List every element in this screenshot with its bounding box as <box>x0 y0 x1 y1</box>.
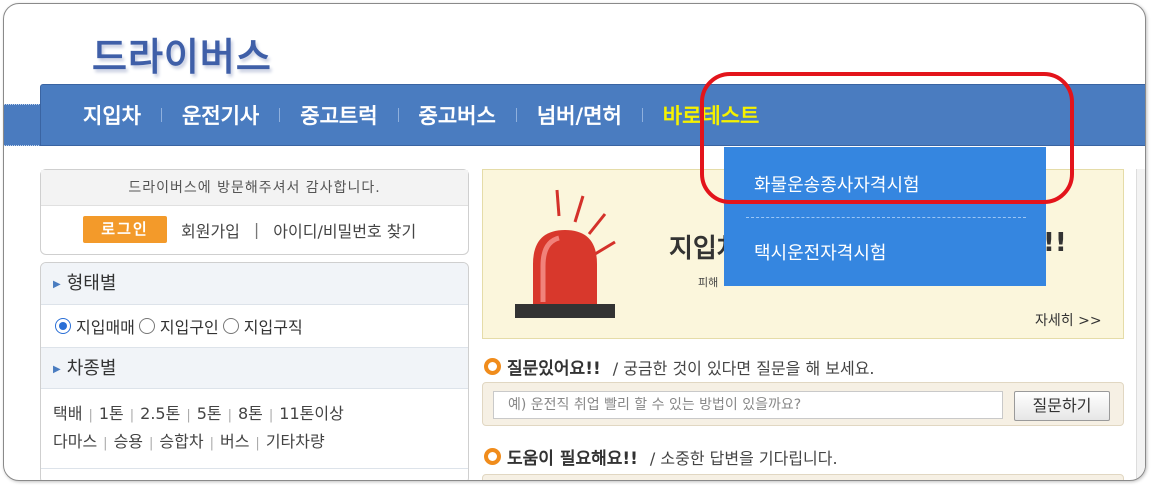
banner-title-end: !! <box>1043 228 1067 258</box>
link-separator: | <box>209 436 214 451</box>
vehicle-type-link[interactable]: 버스 <box>220 432 249 451</box>
browser-frame: 드라이버스 지입차 운전기사 중고트럭 중고버스 넘버/면허 바로테스트 드라이… <box>3 3 1146 481</box>
filter-divider <box>41 468 468 469</box>
help-desc: / 소중한 답변을 기다립니다. <box>649 448 838 468</box>
link-separator: | <box>268 408 274 423</box>
help-box <box>482 474 1124 480</box>
ring-icon <box>484 358 501 375</box>
vehicle-type-row: 다마스 | 승용 | 승합차 | 버스 | 기타차량 <box>53 429 468 457</box>
nav-item-jiipcha[interactable]: 지입차 <box>69 100 155 130</box>
nav-item-used-truck[interactable]: 중고트럭 <box>286 100 391 130</box>
siren-icon <box>515 189 616 318</box>
nav-item-driver[interactable]: 운전기사 <box>168 100 273 130</box>
vehicle-filter-heading[interactable]: ▶ 차종별 <box>41 347 468 389</box>
menu-item-taxi-exam[interactable]: 택시운전자격시험 <box>754 239 886 265</box>
help-section-title: 도움이 필요해요!! / 소중한 답변을 기다립니다. <box>484 444 838 469</box>
link-separator: | <box>186 408 191 423</box>
nav-separator <box>397 108 399 122</box>
type-radio-group: 지입매매 지입구인 지입구직 <box>41 305 468 347</box>
link-separator: | <box>88 408 93 423</box>
link-separator: | <box>255 436 260 451</box>
welcome-text: 드라이버스에 방문해주셔서 감사합니다. <box>41 170 468 206</box>
nav-separator <box>160 108 162 122</box>
nav-item-used-bus[interactable]: 중고버스 <box>405 100 510 130</box>
vehicle-type-link[interactable]: 승합차 <box>159 432 203 451</box>
vehicle-type-link[interactable]: 다마스 <box>53 432 97 451</box>
triangle-right-icon: ▶ <box>53 364 61 375</box>
radio-label-jiip-hire[interactable]: 지입구인 <box>160 314 219 338</box>
vehicle-type-link[interactable]: 택배 <box>53 404 82 423</box>
type-filter-heading[interactable]: ▶ 형태별 <box>41 263 468 305</box>
vehicle-type-link[interactable]: 2.5톤 <box>140 404 180 423</box>
nav-separator <box>515 108 517 122</box>
ring-icon <box>484 448 501 465</box>
vehicle-type-link[interactable]: 기타차량 <box>266 432 325 451</box>
radio-label-jiip-job[interactable]: 지입구직 <box>244 314 303 338</box>
login-panel: 드라이버스에 방문해주셔서 감사합니다. 로그인 회원가입 | 아이디/비밀번호… <box>40 169 469 255</box>
type-filter-heading-label: 형태별 <box>66 273 117 294</box>
vehicle-type-link[interactable]: 11톤이상 <box>279 404 344 423</box>
question-title: 질문있어요!! <box>507 359 601 379</box>
question-input[interactable]: 예) 운전직 취업 빨리 할 수 있는 방법이 있을까요? <box>493 391 1003 419</box>
question-box: 예) 운전직 취업 빨리 할 수 있는 방법이 있을까요? 질문하기 <box>482 382 1124 426</box>
help-title: 도움이 필요해요!! <box>507 449 638 469</box>
login-button[interactable]: 로그인 <box>83 216 167 243</box>
radio-jiip-sale[interactable] <box>55 318 71 334</box>
site-logo[interactable]: 드라이버스 <box>92 26 272 81</box>
radio-jiip-job[interactable] <box>222 318 239 334</box>
radio-jiip-hire[interactable] <box>138 318 155 334</box>
vehicle-filter-heading-label: 차종별 <box>66 358 117 379</box>
nav-separator <box>641 108 643 122</box>
question-desc: / 궁금한 것이 있다면 질문을 해 보세요. <box>612 358 875 378</box>
nav-separator <box>279 108 281 122</box>
right-column-edge <box>1136 169 1145 480</box>
ask-question-button[interactable]: 질문하기 <box>1014 391 1110 421</box>
filter-panel: ▶ 형태별 지입매매 지입구인 지입구직 ▶ 차종별 택배 | 1톤 | 2.5톤 | 5톤 | 8… <box>40 262 469 480</box>
find-account-link[interactable]: 아이디/비밀번호 찾기 <box>273 218 416 242</box>
vehicle-type-list: 택배 | 1톤 | 2.5톤 | 5톤 | 8톤 | 11톤이상 다마스 | 승용 | 승합차 | 버스 | 기타차… <box>41 389 468 457</box>
vehicle-type-row: 택배 | 1톤 | 2.5톤 | 5톤 | 8톤 | 11톤이상 <box>53 401 468 429</box>
banner-more-link[interactable]: 자세히 >> <box>1035 310 1102 330</box>
link-separator: | <box>253 220 260 239</box>
question-section-title: 질문있어요!! / 궁금한 것이 있다면 질문을 해 보세요. <box>484 354 875 379</box>
vehicle-type-link[interactable]: 8톤 <box>238 404 263 423</box>
link-separator: | <box>129 408 135 423</box>
triangle-right-icon: ▶ <box>53 279 61 290</box>
menu-divider <box>746 217 1026 218</box>
link-separator: | <box>103 436 108 451</box>
vehicle-type-link[interactable]: 1톤 <box>99 404 124 423</box>
vehicle-type-link[interactable]: 5톤 <box>197 404 222 423</box>
signup-link[interactable]: 회원가입 <box>181 218 240 242</box>
link-separator: | <box>149 436 154 451</box>
link-separator: | <box>227 408 232 423</box>
banner-subtitle: 피해 <box>698 276 719 289</box>
highlight-annotation <box>700 72 1074 204</box>
radio-label-jiip-sale[interactable]: 지입매매 <box>76 314 135 338</box>
vehicle-type-link[interactable]: 승용 <box>114 432 143 451</box>
nav-item-number-license[interactable]: 넘버/면허 <box>523 100 636 130</box>
